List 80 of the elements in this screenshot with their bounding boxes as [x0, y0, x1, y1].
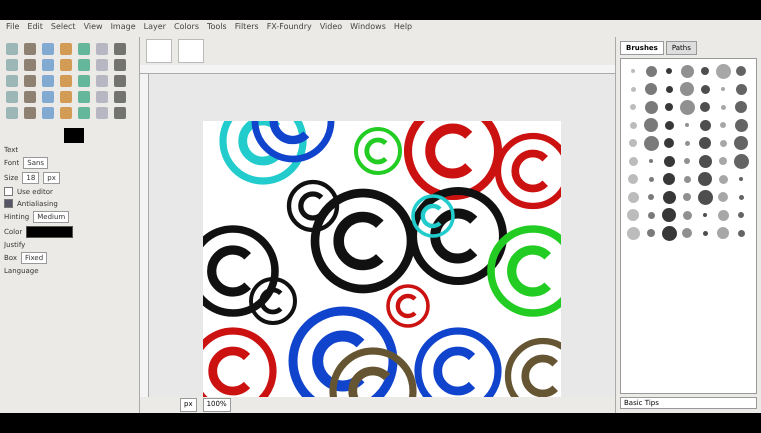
checkbox[interactable]: [4, 199, 13, 208]
tool-icon[interactable]: [60, 107, 72, 119]
checkbox[interactable]: [4, 187, 13, 196]
brush-icon[interactable]: [734, 136, 748, 150]
menu-item[interactable]: Layer: [144, 22, 166, 35]
brush-icon[interactable]: [734, 118, 748, 132]
brush-icon[interactable]: [664, 156, 674, 166]
tool-icon[interactable]: [6, 59, 18, 71]
brush-icon[interactable]: [738, 230, 744, 236]
brush-icon[interactable]: [698, 154, 712, 168]
image-thumbnail[interactable]: [178, 39, 204, 63]
tool-icon[interactable]: [78, 43, 90, 55]
tool-icon[interactable]: [60, 75, 72, 87]
brush-icon[interactable]: [666, 68, 672, 74]
tool-icon[interactable]: [96, 75, 108, 87]
menu-item[interactable]: FX-Foundry: [266, 22, 312, 35]
brush-icon[interactable]: [703, 213, 707, 217]
tool-icon[interactable]: [6, 43, 18, 55]
brush-icon[interactable]: [739, 177, 743, 181]
tool-icon[interactable]: [24, 91, 36, 103]
brush-icon[interactable]: [735, 101, 747, 113]
tool-icon[interactable]: [78, 107, 90, 119]
tool-icon[interactable]: [114, 91, 126, 103]
tool-icon[interactable]: [42, 43, 54, 55]
tool-icon[interactable]: [24, 43, 36, 55]
brush-icon[interactable]: [738, 212, 744, 218]
brush-icon[interactable]: [736, 66, 746, 76]
image-thumbnail[interactable]: [146, 39, 172, 63]
tool-icon[interactable]: [60, 59, 72, 71]
tool-icon[interactable]: [96, 107, 108, 119]
tool-icon[interactable]: [42, 107, 54, 119]
menu-item[interactable]: Help: [394, 22, 412, 35]
brush-icon[interactable]: [662, 226, 676, 240]
tool-icon[interactable]: [24, 59, 36, 71]
menu-item[interactable]: File: [6, 22, 20, 35]
menu-item[interactable]: Image: [110, 22, 136, 35]
menu-item[interactable]: Select: [50, 22, 76, 35]
tool-icon[interactable]: [114, 75, 126, 87]
menu-item[interactable]: Colors: [174, 22, 199, 35]
menu-item[interactable]: Video: [320, 22, 342, 35]
menu-item[interactable]: Tools: [207, 22, 227, 35]
tool-icon[interactable]: [6, 75, 18, 87]
brush-icon[interactable]: [738, 194, 744, 200]
foreground-color-swatch[interactable]: [64, 128, 84, 143]
tool-icon[interactable]: [24, 75, 36, 87]
brush-icon[interactable]: [701, 67, 709, 75]
brush-icon[interactable]: [736, 84, 746, 94]
tool-icon[interactable]: [6, 107, 18, 119]
tool-icon[interactable]: [78, 91, 90, 103]
tool-icon[interactable]: [24, 107, 36, 119]
tool-icon[interactable]: [42, 59, 54, 71]
menu-item[interactable]: Edit: [27, 22, 43, 35]
tool-icon[interactable]: [96, 43, 108, 55]
tool-icon[interactable]: [42, 91, 54, 103]
tool-icon[interactable]: [114, 43, 126, 55]
brush-icon[interactable]: [699, 137, 711, 149]
tool-icon[interactable]: [42, 75, 54, 87]
tool-icon[interactable]: [78, 59, 90, 71]
tool-icon[interactable]: [78, 75, 90, 87]
brush-icon[interactable]: [663, 173, 675, 185]
brush-icon[interactable]: [665, 103, 673, 111]
tool-icon[interactable]: [60, 91, 72, 103]
menu-item[interactable]: Windows: [350, 22, 386, 35]
tool-icon[interactable]: [6, 91, 18, 103]
tool-icon[interactable]: [60, 43, 72, 55]
menu-item[interactable]: Filters: [234, 22, 259, 35]
brush-icon[interactable]: [698, 190, 712, 204]
brush-icon[interactable]: [666, 86, 672, 92]
brush-icon[interactable]: [700, 120, 710, 130]
menu-item[interactable]: View: [84, 22, 103, 35]
brush-icon[interactable]: [734, 154, 748, 168]
tool-icon[interactable]: [96, 91, 108, 103]
brush-icon[interactable]: [698, 172, 712, 186]
brush-icon[interactable]: [662, 190, 676, 204]
tool-icon[interactable]: [114, 59, 126, 71]
tool-icon[interactable]: [114, 107, 126, 119]
brush-icon[interactable]: [662, 208, 676, 222]
color-button[interactable]: [26, 226, 74, 238]
brush-icon[interactable]: [702, 230, 708, 236]
tool-icon[interactable]: [96, 59, 108, 71]
